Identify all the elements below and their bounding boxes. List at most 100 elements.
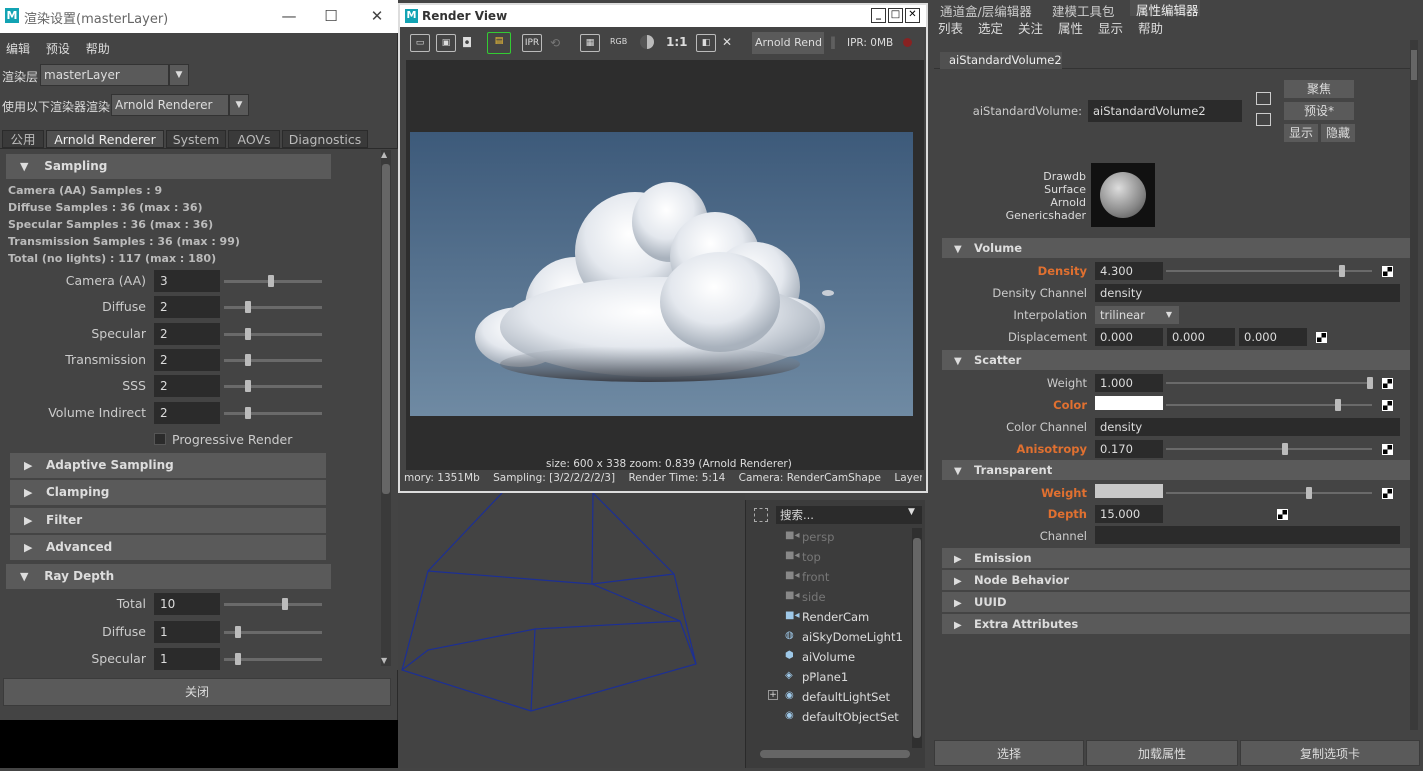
show-button[interactable]: 显示 [1284, 124, 1318, 142]
ipr-render-icon[interactable]: ▤ [487, 32, 511, 54]
display-image-icon[interactable]: ◧ [696, 34, 716, 52]
slider-track[interactable] [224, 385, 322, 389]
hide-button[interactable]: 隐藏 [1321, 124, 1355, 142]
minimize-button[interactable]: — [272, 4, 306, 28]
attribute-field[interactable]: 0.000 [1239, 328, 1307, 346]
close-button[interactable]: 关闭 [3, 678, 391, 706]
slider-handle[interactable] [245, 406, 251, 419]
focus-button[interactable]: 聚焦 [1284, 80, 1354, 98]
menu-edit[interactable]: 编辑 [6, 40, 30, 57]
map-button-icon[interactable] [1316, 332, 1327, 343]
outliner-scrollbar[interactable] [912, 528, 922, 748]
chevron-down-icon[interactable]: ▼ [169, 64, 189, 86]
material-swatch[interactable] [1091, 163, 1155, 227]
input-connection-icon[interactable] [1256, 92, 1271, 105]
render-region-icon[interactable]: ▣ [436, 34, 456, 52]
section-sampling[interactable]: ▼ Sampling [6, 154, 331, 179]
close-window-button[interactable]: ✕ [905, 8, 920, 23]
tab-attribute-editor[interactable]: 属性编辑器 [1130, 0, 1200, 18]
attribute-field[interactable]: 0.000 [1167, 328, 1235, 346]
select-icon[interactable] [754, 508, 768, 522]
setting-value-field[interactable]: 1 [154, 620, 220, 643]
maximize-button[interactable]: ☐ [314, 4, 348, 28]
menu-show[interactable]: 显示 [1098, 21, 1123, 36]
map-button-icon[interactable] [1382, 378, 1393, 389]
presets-button[interactable]: 预设* [1284, 102, 1354, 120]
menu-selected[interactable]: 选定 [978, 21, 1003, 36]
setting-value-field[interactable]: 2 [154, 296, 220, 319]
tab-diagnostics[interactable]: Diagnostics [282, 130, 368, 148]
copy-tab-button[interactable]: 复制选项卡 [1240, 740, 1420, 766]
attribute-field[interactable]: 0.170 [1095, 440, 1163, 458]
outliner-item[interactable]: side [802, 590, 826, 608]
stop-icon[interactable] [903, 38, 912, 47]
scrollbar-thumb[interactable] [913, 538, 921, 738]
slider-handle[interactable] [1367, 377, 1373, 389]
slider-handle[interactable] [235, 625, 241, 638]
attribute-field[interactable]: 4.300 [1095, 262, 1163, 280]
map-button-icon[interactable] [1382, 444, 1393, 455]
slider-track[interactable] [1166, 492, 1372, 494]
chevron-down-icon[interactable]: ▼ [908, 507, 915, 517]
transparency-color-swatch[interactable] [1095, 484, 1163, 498]
chevron-down-icon[interactable]: ▼ [1159, 306, 1179, 324]
scroll-up-icon[interactable]: ▲ [381, 150, 387, 159]
slider-handle[interactable] [245, 301, 251, 314]
slider-handle[interactable] [1339, 265, 1345, 277]
snapshot-icon[interactable]: ◘ [462, 36, 472, 51]
map-button-icon[interactable] [1277, 509, 1288, 520]
map-button-icon[interactable] [1382, 400, 1393, 411]
render-settings-icon[interactable]: ▦ [580, 34, 600, 52]
slider-handle[interactable] [1282, 443, 1288, 455]
section-collapsed[interactable]: ▶ Filter [10, 507, 326, 533]
map-button-icon[interactable] [1382, 488, 1393, 499]
outliner-item[interactable]: defaultObjectSet [802, 710, 899, 728]
setting-value-field[interactable]: 2 [154, 375, 220, 398]
exposure-icon[interactable] [640, 35, 654, 49]
close-window-button[interactable]: ✕ [360, 4, 394, 28]
menu-help[interactable]: 帮助 [86, 40, 110, 57]
ratio-button[interactable]: 1:1 [666, 35, 688, 49]
attribute-field[interactable]: 15.000 [1095, 505, 1163, 523]
setting-value-field[interactable]: 10 [154, 593, 220, 615]
slider-handle[interactable] [268, 275, 274, 287]
menu-list[interactable]: 列表 [938, 21, 963, 36]
outliner-item[interactable]: pPlane1 [802, 670, 848, 688]
render-frame-icon[interactable]: ▭ [410, 34, 430, 52]
section-ray-depth[interactable]: ▼ Ray Depth [6, 564, 331, 589]
scrollbar-thumb[interactable] [1411, 50, 1417, 80]
outliner-item[interactable]: top [802, 550, 821, 568]
minimize-button[interactable]: _ [871, 8, 886, 23]
progressive-render-checkbox[interactable] [154, 433, 166, 445]
attribute-field[interactable]: 0.000 [1095, 328, 1163, 346]
tab-aovs[interactable]: AOVs [228, 130, 280, 148]
section-header[interactable]: ▶ Emission [942, 548, 1410, 568]
menu-attributes[interactable]: 属性 [1058, 21, 1083, 36]
load-attributes-button[interactable]: 加载属性 [1086, 740, 1238, 766]
refresh-icon[interactable]: ⟲ [550, 36, 560, 50]
section-header[interactable]: ▼ Volume [942, 238, 1410, 258]
slider-handle[interactable] [245, 380, 251, 393]
section-collapsed[interactable]: ▶ Adaptive Sampling [10, 453, 326, 478]
section-header[interactable]: ▶ Node Behavior [942, 570, 1410, 590]
setting-value-field[interactable]: 2 [154, 401, 220, 424]
tab-system[interactable]: System [166, 130, 226, 148]
chevron-down-icon[interactable]: ▼ [229, 94, 249, 116]
section-collapsed[interactable]: ▶ Advanced [10, 534, 326, 560]
render-layer-dropdown[interactable]: masterLayer [40, 64, 169, 86]
slider-handle[interactable] [245, 327, 251, 340]
select-button[interactable]: 选择 [934, 740, 1084, 766]
expand-plus-icon[interactable]: + [768, 690, 778, 700]
setting-value-field[interactable]: 2 [154, 348, 220, 371]
section-collapsed[interactable]: ▶ Clamping [10, 480, 326, 506]
slider-track[interactable] [224, 332, 322, 336]
slider-track[interactable] [224, 411, 322, 415]
tab-common[interactable]: 公用 [2, 130, 44, 148]
slider-handle[interactable] [245, 353, 251, 366]
renderer-button[interactable]: Arnold Rend [752, 32, 824, 54]
tab-arnold-renderer[interactable]: Arnold Renderer [46, 130, 164, 148]
outliner-item[interactable]: aiVolume [802, 650, 855, 668]
slider-handle[interactable] [282, 598, 288, 610]
section-header[interactable]: ▼ Transparent [942, 460, 1410, 480]
section-header[interactable]: ▶ Extra Attributes [942, 614, 1410, 634]
